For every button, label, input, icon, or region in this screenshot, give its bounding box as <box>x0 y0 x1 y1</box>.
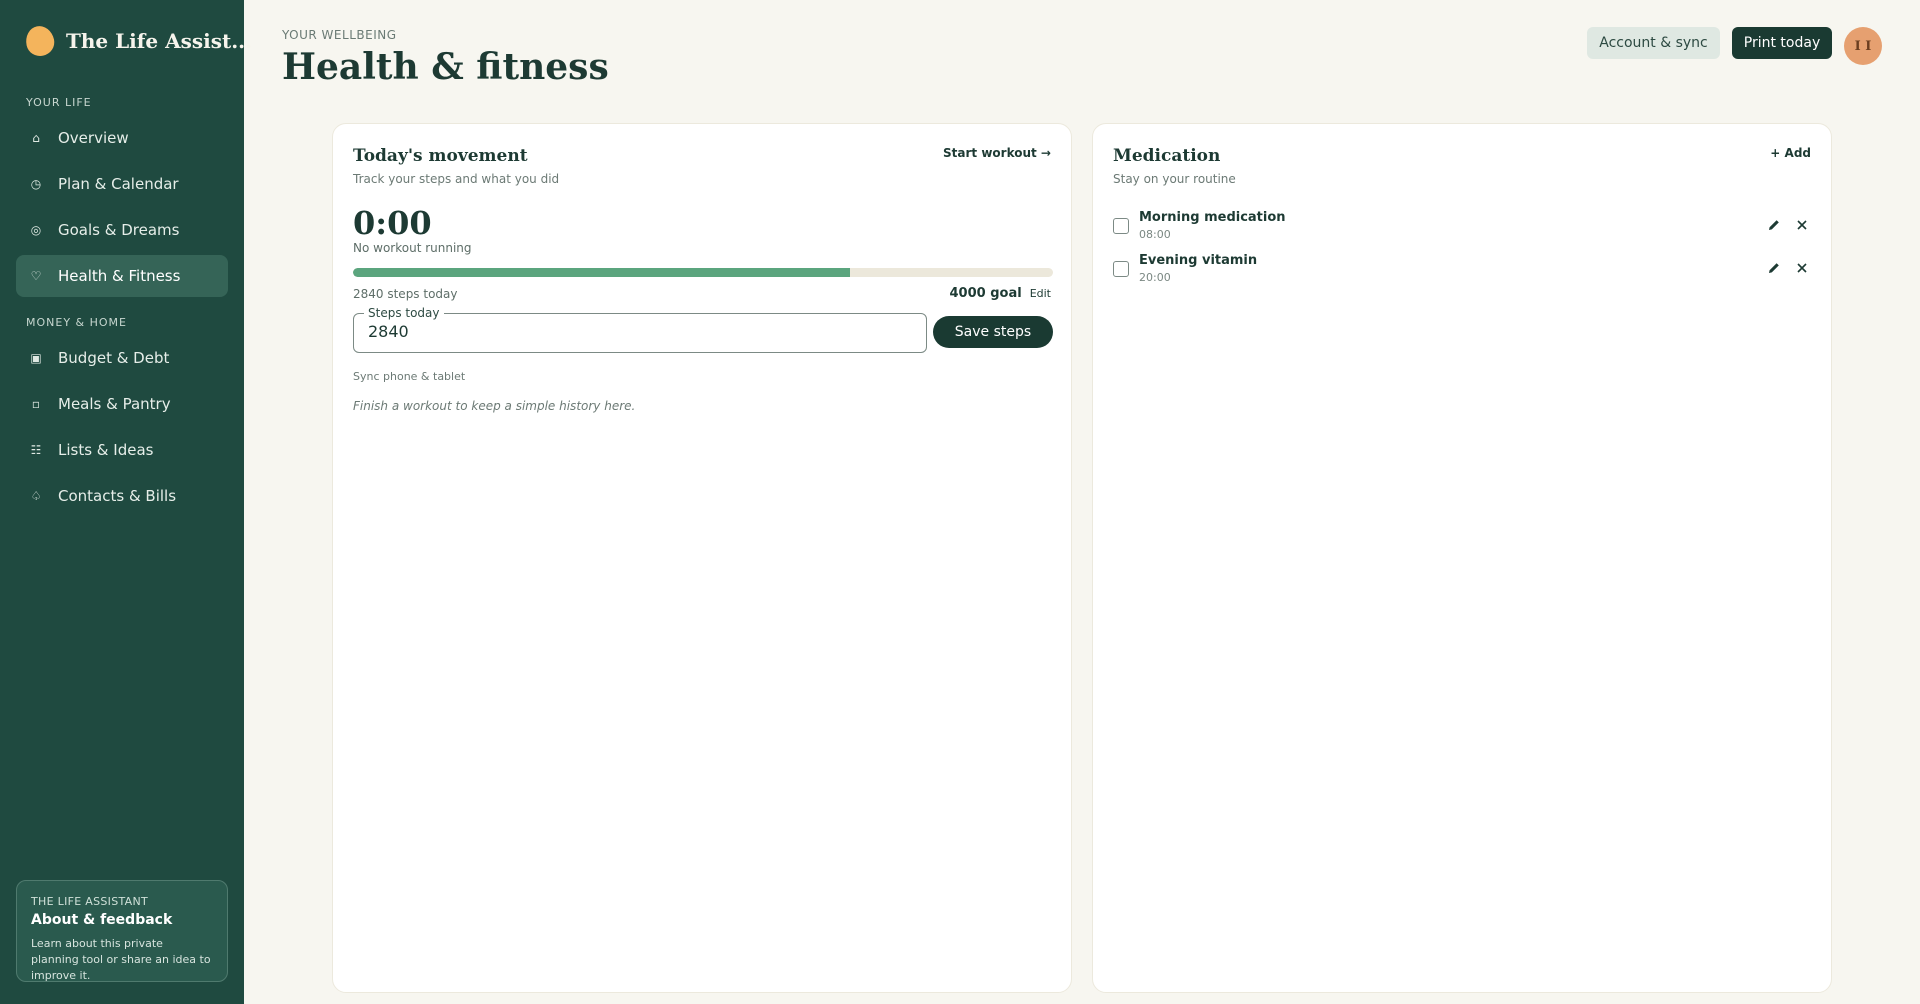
list-item: Morning medication 08:00 <box>1113 210 1813 246</box>
save-steps-button[interactable]: Save steps <box>933 316 1053 348</box>
sidebar-item-contacts-bills[interactable]: ♤ Contacts & Bills <box>16 475 228 517</box>
about-title: About & feedback <box>31 912 173 928</box>
steps-count: 2840 steps today <box>353 287 458 301</box>
medication-time: 08:00 <box>1139 228 1171 241</box>
avatar[interactable]: I I <box>1844 27 1882 65</box>
brand[interactable]: The Life Assist... <box>23 23 253 59</box>
sidebar: The Life Assist... YOUR LIFE ⌂ Overview … <box>0 0 252 1004</box>
movement-subtitle: Track your steps and what you did <box>353 172 560 186</box>
logo-icon <box>23 23 57 59</box>
section-label-money-home: MONEY & HOME <box>26 316 127 329</box>
workout-timer: 0:00 <box>353 204 432 242</box>
pencil-icon[interactable] <box>1765 216 1783 234</box>
close-icon[interactable] <box>1793 259 1811 277</box>
print-today-button[interactable]: Print today <box>1732 27 1832 59</box>
app-name: The Life Assist... <box>66 29 253 53</box>
medication-title: Medication <box>1113 146 1221 166</box>
sidebar-item-label: Contacts & Bills <box>58 487 177 505</box>
movement-title: Today's movement <box>353 146 528 166</box>
clock-icon: ◷ <box>30 177 42 191</box>
list-icon: ☷ <box>30 443 42 457</box>
sidebar-item-overview[interactable]: ⌂ Overview <box>16 117 228 159</box>
steps-goal: 4000 goal <box>949 286 1022 301</box>
steps-field[interactable]: Steps today <box>353 306 927 353</box>
account-sync-button[interactable]: Account & sync <box>1587 27 1720 59</box>
bell-icon: ♤ <box>30 489 42 503</box>
sidebar-item-lists-ideas[interactable]: ☷ Lists & Ideas <box>16 429 228 471</box>
heart-icon: ♡ <box>30 269 42 283</box>
list-item: Evening vitamin 20:00 <box>1113 253 1813 289</box>
wallet-icon: ▣ <box>30 351 42 365</box>
section-label-your-life: YOUR LIFE <box>26 96 92 109</box>
about-text: Learn about this private planning tool o… <box>31 937 211 982</box>
medication-card: Medication Stay on your routine + Add Mo… <box>1092 123 1832 993</box>
workout-history-empty: Finish a workout to keep a simple histor… <box>353 399 636 413</box>
bowl-icon: ▫ <box>31 397 41 411</box>
sidebar-item-label: Overview <box>58 129 129 147</box>
steps-field-label: Steps today <box>364 306 444 320</box>
page-kicker: YOUR WELLBEING <box>282 28 397 42</box>
sidebar-item-plan-calendar[interactable]: ◷ Plan & Calendar <box>16 163 228 205</box>
sidebar-item-label: Goals & Dreams <box>58 221 180 239</box>
pencil-icon[interactable] <box>1765 259 1783 277</box>
medication-name: Evening vitamin <box>1139 253 1258 268</box>
medication-checkbox[interactable] <box>1113 261 1129 277</box>
movement-card: Today's movement Track your steps and wh… <box>332 123 1072 993</box>
steps-progress-fill <box>353 268 850 277</box>
sidebar-item-label: Health & Fitness <box>58 267 181 285</box>
workout-status: No workout running <box>353 241 472 255</box>
edit-goal-button[interactable]: Edit <box>1030 287 1051 300</box>
steps-progress-bar <box>353 268 1053 277</box>
page-title: Health & fitness <box>282 46 609 88</box>
sidebar-item-label: Plan & Calendar <box>58 175 179 193</box>
close-icon[interactable] <box>1793 216 1811 234</box>
medication-name: Morning medication <box>1139 210 1286 225</box>
steps-input[interactable] <box>368 322 908 341</box>
add-medication-button[interactable]: + Add <box>1770 146 1811 160</box>
medication-time: 20:00 <box>1139 271 1171 284</box>
about-feedback-card[interactable]: THE LIFE ASSISTANT About & feedback Lear… <box>16 880 228 982</box>
sidebar-item-label: Lists & Ideas <box>58 441 154 459</box>
sidebar-item-budget-debt[interactable]: ▣ Budget & Debt <box>16 337 228 379</box>
start-workout-button[interactable]: Start workout → <box>943 146 1051 160</box>
sync-devices-link[interactable]: Sync phone & tablet <box>353 370 465 383</box>
medication-subtitle: Stay on your routine <box>1113 172 1236 186</box>
target-icon: ◎ <box>30 223 42 237</box>
sidebar-item-meals-pantry[interactable]: ▫ Meals & Pantry <box>16 383 228 425</box>
medication-checkbox[interactable] <box>1113 218 1129 234</box>
sidebar-item-health-fitness[interactable]: ♡ Health & Fitness <box>16 255 228 297</box>
about-kicker: THE LIFE ASSISTANT <box>31 895 149 908</box>
sidebar-item-label: Meals & Pantry <box>58 395 171 413</box>
goal-group: 4000 goal Edit <box>950 286 1052 301</box>
sidebar-item-label: Budget & Debt <box>58 349 170 367</box>
sidebar-item-goals-dreams[interactable]: ◎ Goals & Dreams <box>16 209 228 251</box>
home-icon: ⌂ <box>32 131 40 145</box>
